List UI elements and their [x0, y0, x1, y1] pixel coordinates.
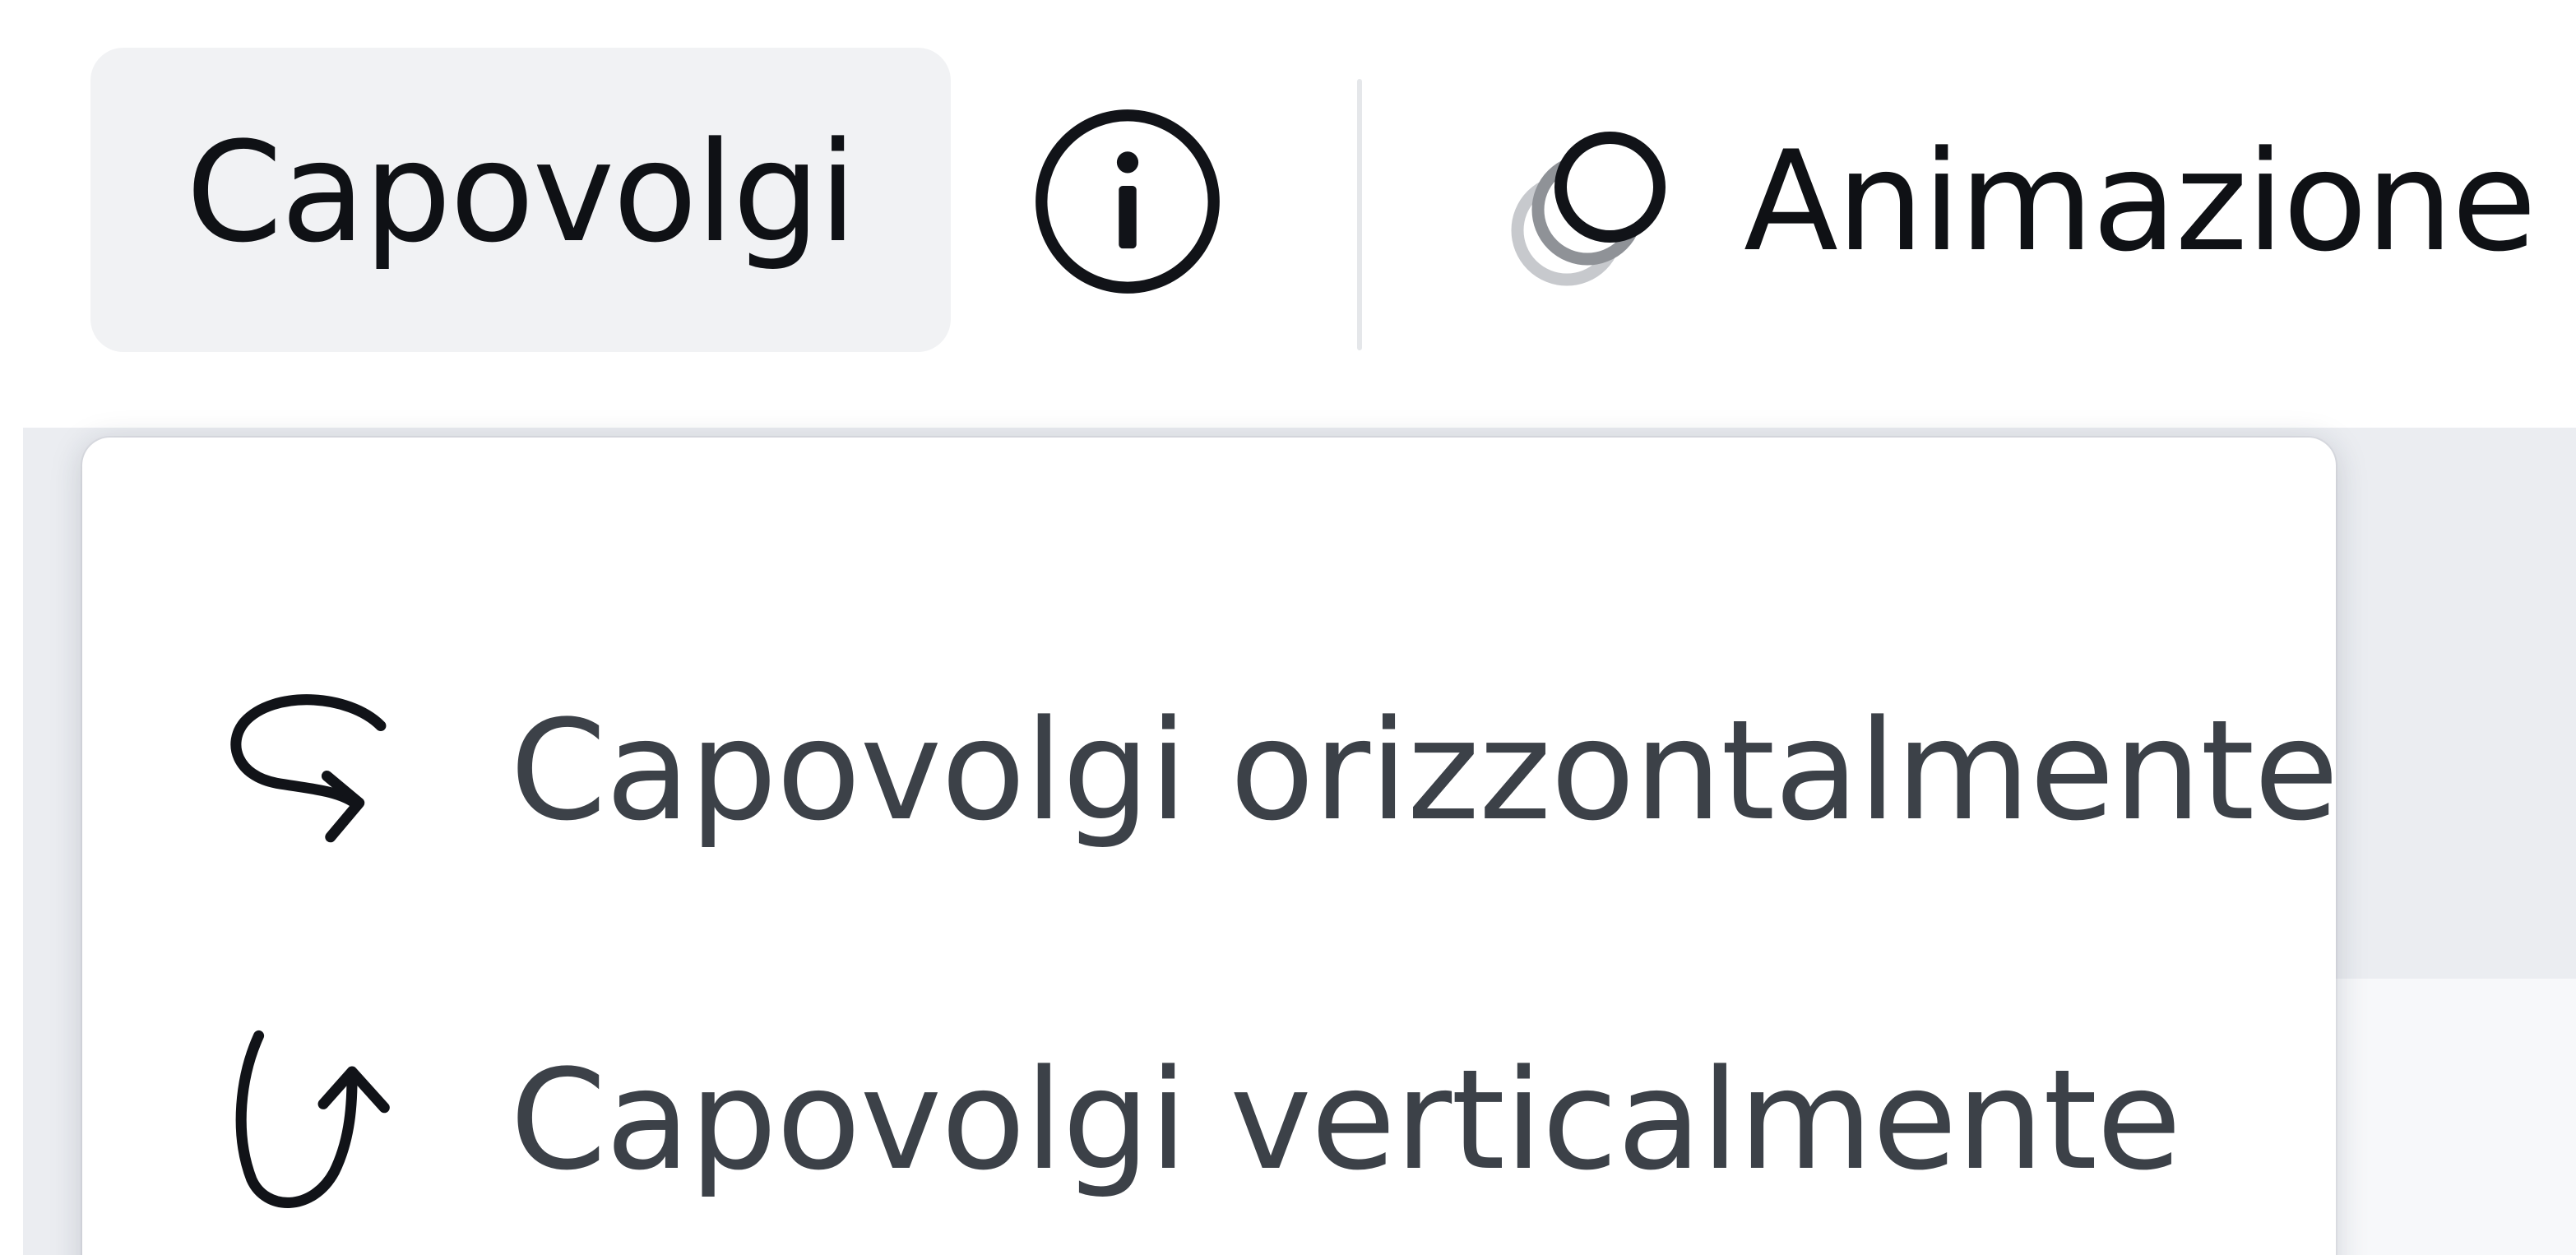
- flip-dropdown-menu: Capovolgi orizzontalmente Capovolgi vert…: [82, 438, 2339, 1255]
- flip-button[interactable]: Capovolgi: [90, 48, 951, 352]
- page: Capovolgi Animazione Capovolgi orizzonta…: [0, 0, 2576, 1255]
- info-icon[interactable]: [1030, 104, 1225, 299]
- flip-vertical-icon: [235, 1030, 390, 1208]
- menu-item-label: Capovolgi orizzontalmente: [510, 690, 2339, 851]
- editor-toolbar: Capovolgi Animazione: [0, 0, 2576, 428]
- animation-icon: [1511, 132, 1666, 286]
- flip-horizontal-icon: [230, 694, 387, 843]
- menu-item-flip-horizontal[interactable]: Capovolgi orizzontalmente: [82, 647, 2339, 894]
- menu-item-label: Capovolgi verticalmente: [510, 1040, 2181, 1201]
- canvas-page-edge: [2303, 979, 2576, 1255]
- animation-button[interactable]: Animazione: [1497, 90, 2576, 313]
- menu-item-flip-vertical[interactable]: Capovolgi verticalmente: [82, 997, 2336, 1243]
- animation-label: Animazione: [1744, 121, 2537, 282]
- toolbar-divider: [1357, 79, 1362, 350]
- flip-button-label: Capovolgi: [186, 112, 857, 273]
